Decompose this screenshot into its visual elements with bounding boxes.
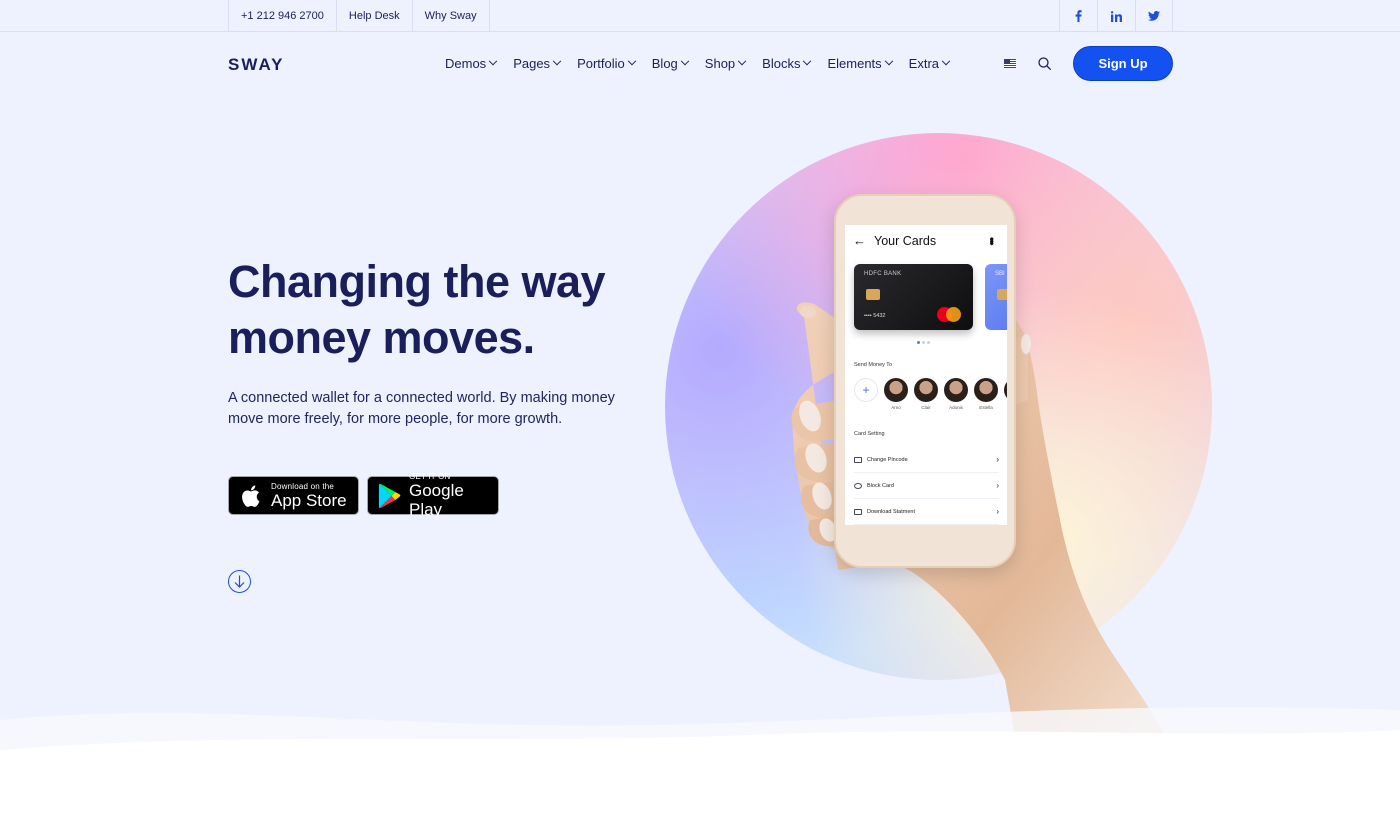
nav-item-blocks[interactable]: Blocks (762, 56, 812, 71)
nav-label: Portfolio (577, 56, 625, 71)
avatar (884, 378, 908, 402)
top-links: +1 212 946 2700 Help Desk Why Sway (228, 0, 490, 32)
chevron-down-icon (488, 56, 498, 65)
avatar (974, 378, 998, 402)
contacts-list: + Arno Clair Adonis Estella Er (853, 378, 1007, 410)
social-links (1059, 0, 1173, 32)
nav-item-portfolio[interactable]: Portfolio (577, 56, 637, 71)
bottom-wave (0, 707, 1400, 817)
facebook-icon[interactable] (1059, 0, 1097, 32)
linkedin-icon[interactable] (1097, 0, 1135, 32)
avatar (1004, 378, 1007, 402)
arrow-down-icon (234, 575, 245, 588)
nav-label: Elements (827, 56, 882, 71)
card2-bank-name: SBI (995, 271, 1005, 277)
contact-name: Adonis (949, 405, 963, 410)
contact-item: Adonis (943, 378, 969, 410)
bank-card: HDFC BANK •••• 5432 (854, 264, 973, 330)
nav-label: Extra (908, 56, 940, 71)
google-play-small-text: GET IT ON (408, 472, 451, 481)
twitter-icon[interactable] (1135, 0, 1173, 32)
card-icon (854, 456, 862, 463)
card-pager (917, 341, 930, 344)
contact-item: Arno (883, 378, 909, 410)
google-play-big-text: Google Play (408, 481, 464, 519)
avatar (914, 378, 938, 402)
plus-icon: + (854, 378, 878, 402)
download-icon (854, 508, 862, 515)
phone-link[interactable]: +1 212 946 2700 (228, 0, 336, 32)
search-icon[interactable] (1038, 57, 1051, 70)
block-icon (854, 482, 862, 489)
setting-label: Change Pincode (867, 456, 908, 463)
card-number: •••• 5432 (864, 313, 886, 319)
scroll-down-button[interactable] (228, 570, 251, 593)
setting-label: Download Statment (867, 508, 915, 515)
sign-up-button[interactable]: Sign Up (1073, 46, 1173, 81)
google-play-button[interactable]: GET IT ON Google Play (367, 472, 499, 519)
chevron-right-icon: › (996, 481, 999, 490)
card-setting-label: Card Setting (854, 431, 885, 437)
contact-name: Arno (891, 405, 901, 410)
nav-label: Blog (651, 56, 678, 71)
add-contact: + (853, 378, 879, 410)
chevron-down-icon (627, 56, 637, 65)
back-arrow-icon: ← (853, 233, 866, 248)
card-bank-name: HDFC BANK (864, 271, 902, 277)
nav-item-extra[interactable]: Extra (908, 56, 951, 71)
phone-title: Your Cards (874, 233, 937, 248)
why-sway-link[interactable]: Why Sway (411, 0, 490, 32)
setting-label: Block Card (867, 482, 894, 489)
chevron-right-icon: › (996, 507, 999, 516)
nav-label: Blocks (762, 56, 801, 71)
setting-change-pincode: Change Pincode › (854, 447, 999, 473)
app-store-big-text: App Store (271, 490, 347, 510)
setting-download-statement: Download Statment › (854, 499, 999, 525)
card-chip-icon (997, 289, 1007, 300)
top-bar: +1 212 946 2700 Help Desk Why Sway (0, 0, 1400, 32)
nav-label: Shop (704, 56, 736, 71)
chevron-down-icon (884, 56, 893, 65)
contact-name: Estella (979, 405, 993, 410)
contact-item: Clair (913, 378, 939, 410)
chevron-down-icon (803, 56, 812, 65)
main-nav: Demos Pages Portfolio Blog Shop Blocks E… (445, 56, 966, 71)
nav-item-blog[interactable]: Blog (651, 56, 690, 71)
nav-label: Demos (445, 56, 487, 71)
card-chip-icon (866, 289, 880, 300)
chevron-down-icon (737, 56, 747, 65)
mastercard-icon-overlap (946, 307, 961, 322)
more-vertical-icon: ••• (985, 237, 999, 244)
bank-card-secondary: SBI (985, 264, 1007, 330)
logo[interactable]: SWAY (228, 55, 285, 75)
avatar (944, 378, 968, 402)
phone-screen: ← Your Cards ••• HDFC BANK •••• 5432 SBI… (845, 225, 1007, 525)
help-desk-link[interactable]: Help Desk (335, 0, 412, 32)
hero-subtitle: A connected wallet for a connected world… (228, 390, 615, 427)
nav-item-elements[interactable]: Elements (827, 56, 893, 71)
us-flag-icon[interactable] (1004, 59, 1016, 68)
hero-title: Changing the way money moves. (228, 256, 606, 363)
google-play-icon (378, 483, 401, 508)
chevron-down-icon (552, 56, 562, 65)
app-store-small-text: Download on the (271, 481, 335, 491)
send-money-label: Send Money To (854, 362, 893, 368)
nav-item-pages[interactable]: Pages (513, 56, 562, 71)
chevron-down-icon (680, 56, 690, 65)
contact-name: Clair (921, 405, 931, 410)
chevron-right-icon: › (996, 455, 999, 464)
nav-item-shop[interactable]: Shop (704, 56, 747, 71)
nav-item-demos[interactable]: Demos (445, 56, 498, 71)
contact-item: Estella (973, 378, 999, 410)
nav-label: Pages (513, 56, 551, 71)
contact-item: Er (1003, 378, 1007, 410)
setting-block-card: Block Card › (854, 473, 999, 499)
chevron-down-icon (941, 56, 951, 65)
app-store-button[interactable]: Download on the App Store (228, 476, 359, 515)
phone-header: ← Your Cards ••• (853, 233, 999, 248)
apple-icon (242, 484, 260, 507)
